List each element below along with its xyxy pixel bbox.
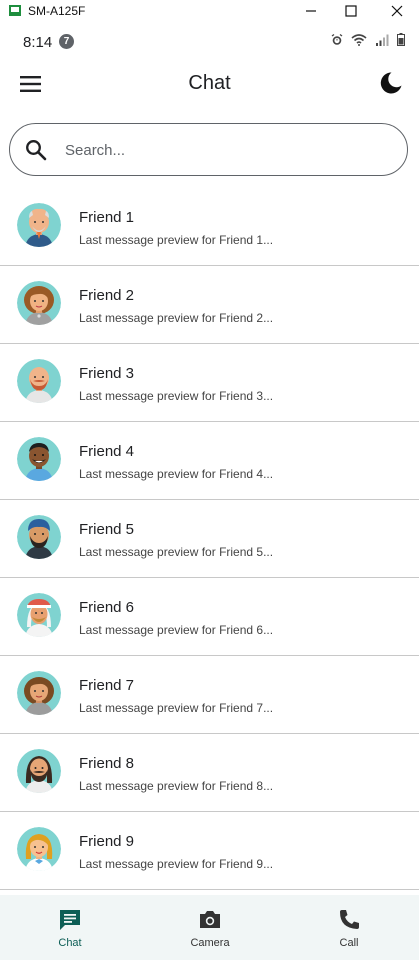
avatar-man-keffiyeh bbox=[17, 593, 61, 637]
chat-name: Friend 5 bbox=[79, 521, 135, 538]
nav-call-label: Call bbox=[339, 937, 359, 949]
battery-icon bbox=[397, 33, 405, 51]
chat-preview: Last message preview for Friend 4... bbox=[79, 467, 274, 481]
close-icon bbox=[391, 5, 403, 17]
avatar-woman-curly-2 bbox=[17, 671, 61, 715]
camera-icon bbox=[200, 911, 220, 928]
chat-name: Friend 6 bbox=[79, 599, 135, 616]
chat-preview: Last message preview for Friend 3... bbox=[79, 389, 274, 403]
chat-preview: Last message preview for Friend 2... bbox=[79, 311, 274, 325]
maximize-button[interactable] bbox=[329, 0, 373, 22]
avatar-man-smiling bbox=[17, 437, 61, 481]
search-bar bbox=[9, 123, 408, 176]
chat-name: Friend 9 bbox=[79, 833, 135, 850]
chat-preview: Last message preview for Friend 1... bbox=[79, 233, 274, 247]
nav-chat[interactable]: Chat bbox=[0, 895, 140, 960]
page-title: Chat bbox=[188, 72, 231, 94]
chat-list-item[interactable]: Friend 8 Last message preview for Friend… bbox=[0, 734, 419, 812]
avatar-man-long-hair bbox=[17, 749, 61, 793]
chat-preview: Last message preview for Friend 5... bbox=[79, 545, 274, 559]
chat-name: Friend 1 bbox=[79, 209, 135, 226]
chat-list-item[interactable]: Friend 3 Last message preview for Friend… bbox=[0, 344, 419, 422]
avatar-man-turban bbox=[17, 515, 61, 559]
chat-preview: Last message preview for Friend 6... bbox=[79, 623, 274, 637]
search-input[interactable] bbox=[65, 139, 385, 161]
minimize-button[interactable] bbox=[289, 0, 333, 22]
chat-name: Friend 2 bbox=[79, 287, 135, 304]
chat-name: Friend 3 bbox=[79, 365, 135, 382]
chat-list-item[interactable]: Friend 7 Last message preview for Friend… bbox=[0, 656, 419, 734]
chat-preview: Last message preview for Friend 8... bbox=[79, 779, 274, 793]
chat-list-item[interactable]: Friend 4 Last message preview for Friend… bbox=[0, 422, 419, 500]
chat-list-item[interactable]: Friend 9 Last message preview for Friend… bbox=[0, 812, 419, 890]
app-bar: Chat bbox=[0, 57, 419, 111]
alarm-icon bbox=[331, 33, 343, 51]
avatar-old-man-bald bbox=[17, 203, 61, 247]
chat-list-item[interactable]: Friend 1 Last message preview for Friend… bbox=[0, 188, 419, 266]
chat-list-item[interactable]: Friend 6 Last message preview for Friend… bbox=[0, 578, 419, 656]
chat-name: Friend 8 bbox=[79, 755, 135, 772]
notification-badge: 7 bbox=[59, 34, 74, 49]
chat-list-item[interactable]: Friend 5 Last message preview for Friend… bbox=[0, 500, 419, 578]
minimize-icon bbox=[306, 10, 316, 12]
nav-call[interactable]: Call bbox=[279, 895, 419, 960]
dark-mode-toggle[interactable] bbox=[378, 70, 404, 96]
chat-preview: Last message preview for Friend 9... bbox=[79, 857, 274, 871]
chat-list-item[interactable]: Friend 2 Last message preview for Friend… bbox=[0, 266, 419, 344]
chat-list: Friend 1 Last message preview for Friend… bbox=[0, 188, 419, 890]
status-bar: 8:14 7 bbox=[0, 25, 419, 57]
avatar-woman-curly bbox=[17, 281, 61, 325]
close-button[interactable] bbox=[375, 0, 419, 22]
phone-icon bbox=[340, 910, 359, 929]
avatar-man-bald-beard bbox=[17, 359, 61, 403]
nav-camera[interactable]: Camera bbox=[140, 895, 280, 960]
app-icon bbox=[9, 5, 21, 16]
avatar-woman-blonde bbox=[17, 827, 61, 871]
nav-chat-label: Chat bbox=[58, 937, 82, 949]
window-title: SM-A125F bbox=[28, 4, 86, 18]
chat-icon bbox=[60, 910, 80, 930]
maximize-icon bbox=[345, 5, 357, 17]
status-icons bbox=[327, 33, 405, 49]
chat-name: Friend 7 bbox=[79, 677, 135, 694]
status-time: 8:14 bbox=[23, 34, 53, 51]
nav-camera-label: Camera bbox=[190, 937, 230, 949]
signal-icon bbox=[375, 33, 389, 51]
bottom-navigation: Chat Camera Call bbox=[0, 895, 419, 960]
chat-preview: Last message preview for Friend 7... bbox=[79, 701, 274, 715]
chat-name: Friend 4 bbox=[79, 443, 135, 460]
wifi-icon bbox=[351, 33, 367, 51]
search-icon bbox=[26, 140, 47, 161]
window-titlebar: SM-A125F bbox=[0, 0, 419, 22]
moon-icon bbox=[380, 72, 402, 94]
